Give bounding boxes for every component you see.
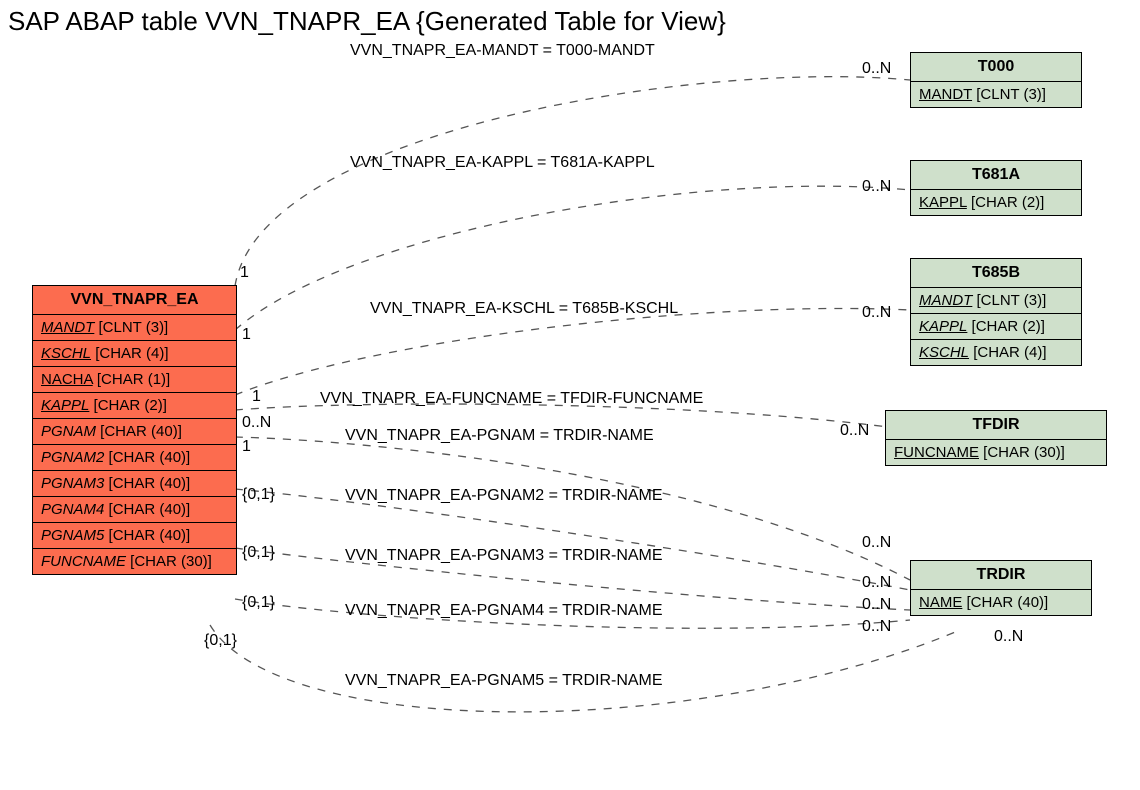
entity-field: KAPPL [CHAR (2)] [911,314,1081,340]
rel-label: VVN_TNAPR_EA-PGNAM5 = TRDIR-NAME [345,672,663,690]
cardinality: 0..N [840,422,869,440]
cardinality: 0..N [862,304,891,322]
cardinality: 0..N [862,618,891,636]
entity-field: MANDT [CLNT (3)] [911,82,1081,107]
entity-header: TFDIR [886,411,1106,440]
entity-trdir: TRDIR NAME [CHAR (40)] [910,560,1092,616]
entity-field: PGNAM4 [CHAR (40)] [33,497,236,523]
rel-label: VVN_TNAPR_EA-PGNAM3 = TRDIR-NAME [345,547,663,565]
cardinality: 0..N [862,178,891,196]
diagram-title: SAP ABAP table VVN_TNAPR_EA {Generated T… [8,6,726,37]
entity-main-header: VVN_TNAPR_EA [33,286,236,315]
entity-field: FUNCNAME [CHAR (30)] [33,549,236,574]
rel-label: VVN_TNAPR_EA-PGNAM = TRDIR-NAME [345,427,654,445]
cardinality: 0..N [862,574,891,592]
entity-field: PGNAM [CHAR (40)] [33,419,236,445]
rel-label: VVN_TNAPR_EA-KSCHL = T685B-KSCHL [370,300,678,318]
entity-field: NACHA [CHAR (1)] [33,367,236,393]
entity-t685b: T685B MANDT [CLNT (3)] KAPPL [CHAR (2)] … [910,258,1082,366]
entity-header: T685B [911,259,1081,288]
entity-t000: T000 MANDT [CLNT (3)] [910,52,1082,108]
rel-label: VVN_TNAPR_EA-PGNAM4 = TRDIR-NAME [345,602,663,620]
cardinality: {0,1} [242,594,275,612]
rel-label: VVN_TNAPR_EA-FUNCNAME = TFDIR-FUNCNAME [320,390,703,408]
entity-header: T681A [911,161,1081,190]
entity-field: PGNAM5 [CHAR (40)] [33,523,236,549]
cardinality: 0..N [862,596,891,614]
cardinality: {0,1} [242,486,275,504]
entity-field: NAME [CHAR (40)] [911,590,1091,615]
rel-label: VVN_TNAPR_EA-MANDT = T000-MANDT [350,42,655,60]
cardinality: 0..N [242,414,271,432]
entity-field: KSCHL [CHAR (4)] [33,341,236,367]
cardinality: 0..N [862,534,891,552]
entity-field: PGNAM3 [CHAR (40)] [33,471,236,497]
cardinality: 1 [252,388,261,406]
entity-field: MANDT [CLNT (3)] [911,288,1081,314]
entity-field: KAPPL [CHAR (2)] [33,393,236,419]
entity-field: KAPPL [CHAR (2)] [911,190,1081,215]
entity-t681a: T681A KAPPL [CHAR (2)] [910,160,1082,216]
entity-header: TRDIR [911,561,1091,590]
rel-label: VVN_TNAPR_EA-KAPPL = T681A-KAPPL [350,154,655,172]
cardinality: {0,1} [242,544,275,562]
entity-field: KSCHL [CHAR (4)] [911,340,1081,365]
cardinality: {0,1} [204,632,237,650]
er-diagram: SAP ABAP table VVN_TNAPR_EA {Generated T… [0,0,1140,790]
cardinality: 1 [242,326,251,344]
entity-tfdir: TFDIR FUNCNAME [CHAR (30)] [885,410,1107,466]
entity-field: MANDT [CLNT (3)] [33,315,236,341]
entity-field: PGNAM2 [CHAR (40)] [33,445,236,471]
entity-field: FUNCNAME [CHAR (30)] [886,440,1106,465]
entity-main: VVN_TNAPR_EA MANDT [CLNT (3)]KSCHL [CHAR… [32,285,237,575]
cardinality: 0..N [862,60,891,78]
cardinality: 1 [242,438,251,456]
cardinality: 1 [240,264,249,282]
rel-label: VVN_TNAPR_EA-PGNAM2 = TRDIR-NAME [345,487,663,505]
cardinality: 0..N [994,628,1023,646]
entity-header: T000 [911,53,1081,82]
